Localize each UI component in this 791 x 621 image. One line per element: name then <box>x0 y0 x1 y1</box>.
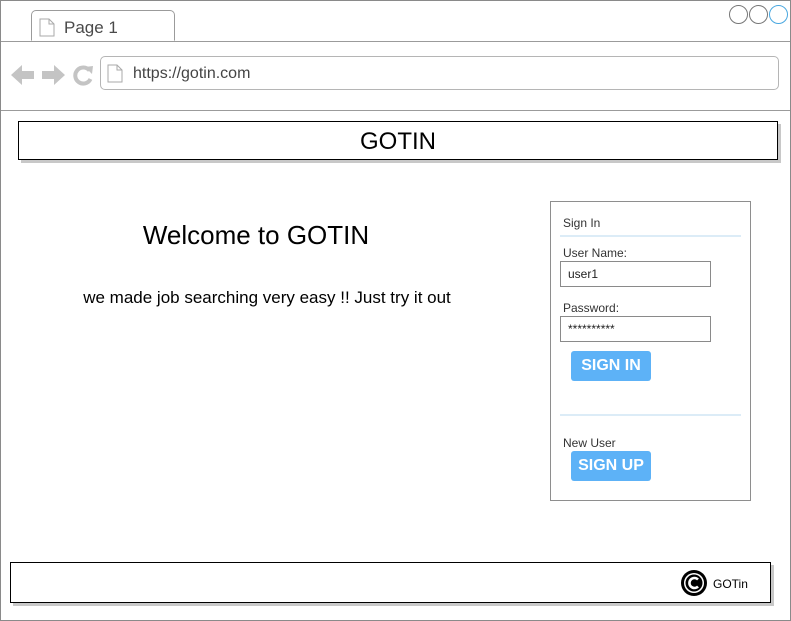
password-field[interactable] <box>560 316 711 342</box>
copyright-icon <box>680 569 708 602</box>
tab-bar: Page 1 <box>1 1 790 42</box>
reload-icon[interactable] <box>72 64 94 91</box>
signin-button[interactable]: SIGN IN <box>571 351 651 381</box>
site-footer: GOTin <box>10 562 771 603</box>
minimize-button[interactable] <box>729 5 748 24</box>
page-icon <box>107 64 123 88</box>
arrow-left-icon[interactable] <box>11 64 35 91</box>
browser-window: Page 1 https://gotin.com GOTIN Welcome t… <box>0 0 791 621</box>
signin-heading: Sign In <box>563 216 601 230</box>
url-text: https://gotin.com <box>133 65 251 82</box>
page-icon <box>39 18 55 42</box>
username-field[interactable] <box>560 261 711 287</box>
signin-panel: Sign In User Name: Password: SIGN IN New… <box>550 201 751 501</box>
maximize-button[interactable] <box>749 5 768 24</box>
welcome-title: Welcome to GOTIN <box>142 220 370 250</box>
navigation-bar: https://gotin.com <box>1 42 790 111</box>
site-header: GOTIN <box>18 121 778 160</box>
signup-button[interactable]: SIGN UP <box>571 451 651 481</box>
address-bar[interactable]: https://gotin.com <box>100 56 779 90</box>
username-label: User Name: <box>563 246 628 260</box>
footer-text: GOTin <box>713 577 748 591</box>
close-button[interactable] <box>769 5 788 24</box>
arrow-right-icon[interactable] <box>41 64 65 91</box>
newuser-label: New User <box>563 436 616 450</box>
welcome-subtitle: we made job searching very easy !! Just … <box>83 288 451 307</box>
site-title: GOTIN <box>360 128 436 155</box>
divider <box>560 414 741 416</box>
window-controls <box>729 5 788 24</box>
password-label: Password: <box>563 301 620 315</box>
divider <box>560 235 741 237</box>
tab-label: Page 1 <box>64 18 118 37</box>
tab-page-1[interactable]: Page 1 <box>31 10 175 41</box>
